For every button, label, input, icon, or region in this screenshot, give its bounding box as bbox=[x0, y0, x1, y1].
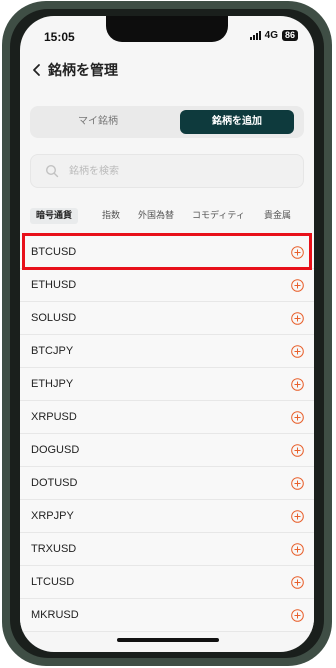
search-icon bbox=[45, 164, 59, 178]
add-circle-icon[interactable] bbox=[291, 444, 304, 457]
symbol-row[interactable]: MKRUSD bbox=[20, 599, 314, 632]
symbol-row[interactable]: DOGUSD bbox=[20, 434, 314, 467]
tab-commodity[interactable]: コモディティ bbox=[192, 208, 245, 224]
back-chevron-icon[interactable] bbox=[30, 63, 44, 77]
add-circle-icon[interactable] bbox=[291, 279, 304, 292]
symbol-name: DOGUSD bbox=[31, 444, 80, 456]
symbol-name: ETHUSD bbox=[31, 279, 77, 291]
symbol-name: ETHJPY bbox=[31, 378, 74, 390]
add-circle-icon[interactable] bbox=[291, 510, 304, 523]
notch bbox=[106, 16, 228, 42]
symbol-name: MKRUSD bbox=[31, 609, 79, 621]
page-title: 銘柄を管理 bbox=[48, 63, 118, 79]
symbol-row[interactable]: ETHUSD bbox=[20, 269, 314, 302]
symbol-name: SOLUSD bbox=[31, 312, 77, 324]
symbol-row[interactable]: XRPUSD bbox=[20, 401, 314, 434]
symbol-row[interactable]: SOLUSD bbox=[20, 302, 314, 335]
search-input[interactable] bbox=[67, 164, 271, 178]
add-circle-icon[interactable] bbox=[291, 411, 304, 424]
symbol-row[interactable]: DOTUSD bbox=[20, 467, 314, 500]
symbol-name: TRXUSD bbox=[31, 543, 77, 555]
symbol-row[interactable]: TRXUSD bbox=[20, 533, 314, 566]
network-type: 4G bbox=[264, 30, 278, 41]
symbol-row[interactable]: BTCJPY bbox=[20, 335, 314, 368]
symbol-name: DOTUSD bbox=[31, 477, 78, 489]
symbol-name: BTCJPY bbox=[31, 345, 74, 357]
add-circle-icon[interactable] bbox=[291, 477, 304, 490]
add-circle-icon[interactable] bbox=[291, 576, 304, 589]
tab-add-symbols[interactable]: 銘柄を追加 bbox=[180, 110, 294, 134]
add-circle-icon[interactable] bbox=[291, 609, 304, 622]
tab-crypto[interactable]: 暗号通貨 bbox=[30, 208, 79, 224]
add-circle-icon[interactable] bbox=[291, 312, 304, 325]
symbol-name: XRPJPY bbox=[31, 510, 74, 522]
battery-icon: 86 bbox=[281, 30, 298, 41]
tab-my-symbols[interactable]: マイ銘柄 bbox=[34, 110, 162, 134]
category-tabs: 暗号通貨 指数 外国為替 コモディティ 貴金属 bbox=[30, 208, 310, 226]
symbol-row[interactable]: XRPJPY bbox=[20, 500, 314, 533]
symbol-name: LTCUSD bbox=[31, 576, 75, 588]
add-circle-icon[interactable] bbox=[291, 543, 304, 556]
home-indicator bbox=[117, 638, 219, 642]
highlight-box bbox=[22, 233, 312, 270]
symbol-row[interactable]: ETHJPY bbox=[20, 368, 314, 401]
app-screen: 15:05 4G 86 銘柄を管理 マイ銘柄 銘柄を追加 暗号通貨 指数 外国為… bbox=[20, 16, 314, 652]
status-time: 15:05 bbox=[44, 30, 75, 44]
add-circle-icon[interactable] bbox=[291, 378, 304, 391]
add-circle-icon[interactable] bbox=[291, 345, 304, 358]
header: 銘柄を管理 bbox=[30, 60, 118, 80]
tab-forex[interactable]: 外国為替 bbox=[138, 208, 174, 224]
symbol-name: XRPUSD bbox=[31, 411, 77, 423]
tab-precious-metals[interactable]: 貴金属 bbox=[264, 208, 291, 224]
search-bar[interactable] bbox=[30, 154, 304, 188]
tab-index[interactable]: 指数 bbox=[102, 208, 120, 224]
symbol-row[interactable]: LTCUSD bbox=[20, 566, 314, 599]
segment-control: マイ銘柄 銘柄を追加 bbox=[30, 106, 304, 138]
signal-icon bbox=[249, 31, 261, 40]
status-right: 4G 86 bbox=[249, 30, 298, 41]
